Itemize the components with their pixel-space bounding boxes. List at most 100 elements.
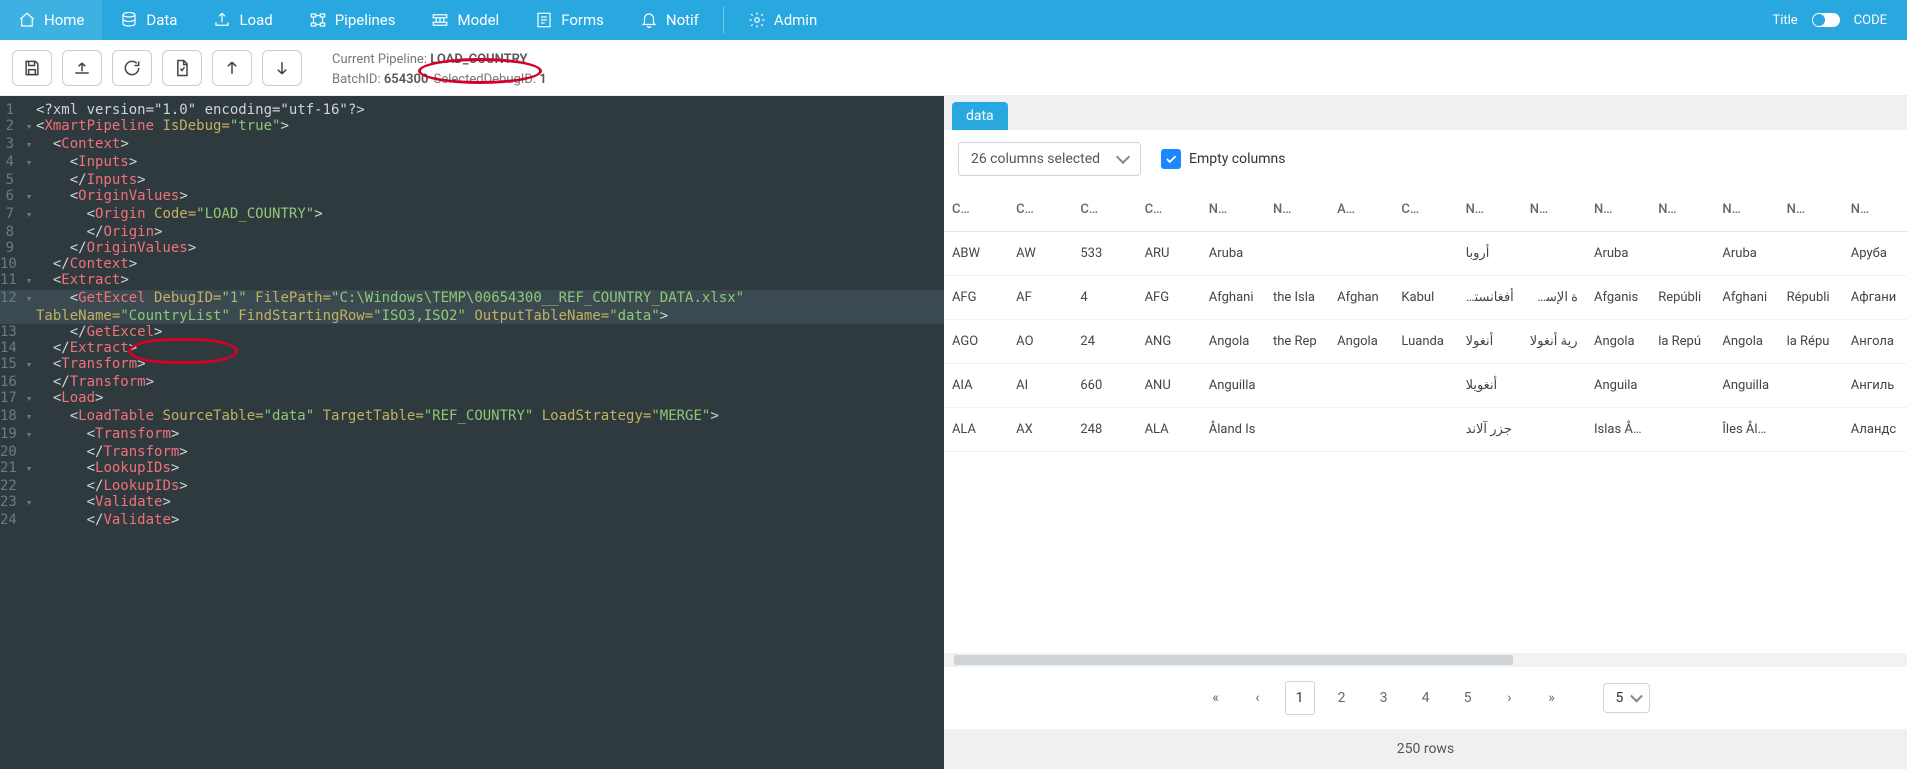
- code-line[interactable]: 24 </Validate>: [0, 512, 944, 528]
- column-header[interactable]: C…: [1008, 188, 1072, 232]
- column-header[interactable]: A…: [1329, 188, 1393, 232]
- nav-data[interactable]: Data: [102, 0, 195, 40]
- code-line[interactable]: 6▾ <OriginValues>: [0, 188, 944, 206]
- nav-notif[interactable]: Notif: [622, 0, 717, 40]
- upload-file-button[interactable]: [62, 50, 102, 86]
- code-line[interactable]: 4▾ <Inputs>: [0, 154, 944, 172]
- code-line[interactable]: 16 </Transform>: [0, 374, 944, 390]
- table-cell: la Répu: [1779, 320, 1843, 364]
- nav-admin[interactable]: Admin: [730, 0, 835, 40]
- code-line[interactable]: 23▾ <Validate>: [0, 494, 944, 512]
- code-line[interactable]: 22 </LookupIDs>: [0, 478, 944, 494]
- code-editor[interactable]: 1<?xml version="1.0" encoding="utf-16"?>…: [0, 96, 944, 769]
- table-cell: [1650, 364, 1714, 408]
- code-line[interactable]: 21▾ <LookupIDs>: [0, 460, 944, 478]
- column-header[interactable]: N…: [1843, 188, 1907, 232]
- table-cell: Anguila: [1586, 364, 1650, 408]
- top-nav: HomeDataLoadPipelinesModel Forms Notif Adm…: [0, 0, 1907, 40]
- column-header[interactable]: N…: [1201, 188, 1265, 232]
- code-line[interactable]: 19▾ <Transform>: [0, 426, 944, 444]
- table-cell: رية أنغولا: [1522, 320, 1586, 364]
- nav-load[interactable]: Load: [195, 0, 290, 40]
- column-header[interactable]: N…: [1458, 188, 1522, 232]
- code-line[interactable]: 7▾ <Origin Code="LOAD_COUNTRY">: [0, 206, 944, 224]
- forms-icon: [535, 11, 553, 29]
- title-code-toggle[interactable]: [1812, 13, 1840, 27]
- table-cell: [1393, 408, 1457, 452]
- code-line[interactable]: 18▾ <LoadTable SourceTable="data" Target…: [0, 408, 944, 426]
- table-cell: Anguilla: [1201, 364, 1265, 408]
- code-line[interactable]: 10 </Context>: [0, 256, 944, 272]
- nav-forms[interactable]: Forms: [517, 0, 622, 40]
- empty-columns-label: Empty columns: [1189, 151, 1285, 167]
- move-up-button[interactable]: [212, 50, 252, 86]
- table-cell: 4: [1072, 276, 1136, 320]
- column-header[interactable]: C…: [1072, 188, 1136, 232]
- save-button[interactable]: [12, 50, 52, 86]
- table-row[interactable]: AGOAO24ANGAngolathe RepAngolaLuandaأنغول…: [944, 320, 1907, 364]
- data-table: C…C…C…C…N…N…A…C…N…N…N…N…N…N…N… ABWAW533A…: [944, 188, 1907, 452]
- code-line[interactable]: 17▾ <Load>: [0, 390, 944, 408]
- table-row[interactable]: AIAAI660ANUAnguillaأنغويلاAnguilaAnguill…: [944, 364, 1907, 408]
- seldebug-label: SelectedDebugID:: [434, 72, 536, 87]
- pager-page-1[interactable]: 1: [1285, 681, 1315, 715]
- code-line[interactable]: 1<?xml version="1.0" encoding="utf-16"?>: [0, 102, 944, 118]
- code-line[interactable]: 2▾<XmartPipeline IsDebug="true">: [0, 118, 944, 136]
- pager-page-4[interactable]: 4: [1411, 681, 1441, 715]
- nav-model[interactable]: Model: [413, 0, 517, 40]
- table-cell: [1329, 364, 1393, 408]
- code-line[interactable]: TableName="CountryList" FindStartingRow=…: [0, 308, 944, 324]
- code-line[interactable]: 3▾ <Context>: [0, 136, 944, 154]
- table-cell: Afganis: [1586, 276, 1650, 320]
- table-cell: Афгани: [1843, 276, 1907, 320]
- nav-pipelines[interactable]: Pipelines: [291, 0, 414, 40]
- tab-data[interactable]: data: [952, 102, 1008, 130]
- pager-page-2[interactable]: 2: [1327, 681, 1357, 715]
- table-cell: [1779, 408, 1843, 452]
- column-header[interactable]: C…: [944, 188, 1008, 232]
- columns-selector[interactable]: 26 columns selected: [958, 142, 1141, 176]
- reload-button[interactable]: [112, 50, 152, 86]
- code-line[interactable]: 14 </Extract>: [0, 340, 944, 356]
- column-header[interactable]: N…: [1779, 188, 1843, 232]
- pager-next[interactable]: ›: [1495, 681, 1525, 715]
- pager-first[interactable]: «: [1201, 681, 1231, 715]
- column-header[interactable]: C…: [1393, 188, 1457, 232]
- move-down-button[interactable]: [262, 50, 302, 86]
- empty-columns-checkbox[interactable]: Empty columns: [1161, 149, 1285, 169]
- table-cell: 533: [1072, 232, 1136, 276]
- pager-last[interactable]: »: [1537, 681, 1567, 715]
- column-header[interactable]: N…: [1586, 188, 1650, 232]
- nav-home[interactable]: Home: [0, 0, 102, 40]
- table-cell: AFG: [944, 276, 1008, 320]
- horizontal-scrollbar[interactable]: [944, 653, 1907, 667]
- table-cell: أنغولا: [1458, 320, 1522, 364]
- column-header[interactable]: N…: [1714, 188, 1778, 232]
- table-cell: [1265, 232, 1329, 276]
- code-line[interactable]: 8 </Origin>: [0, 224, 944, 240]
- table-row[interactable]: AFGAF4AFGAfghanithe IslaAfghanKabulأفغان…: [944, 276, 1907, 320]
- pager-page-5[interactable]: 5: [1453, 681, 1483, 715]
- table-cell: AIA: [944, 364, 1008, 408]
- code-line[interactable]: 15▾ <Transform>: [0, 356, 944, 374]
- table-row[interactable]: ABWAW533ARUArubaأروباArubaArubaАруба: [944, 232, 1907, 276]
- code-line[interactable]: 11▾ <Extract>: [0, 272, 944, 290]
- nav-label: Forms: [561, 11, 604, 29]
- pager-page-3[interactable]: 3: [1369, 681, 1399, 715]
- column-header[interactable]: N…: [1650, 188, 1714, 232]
- code-line[interactable]: 20 </Transform>: [0, 444, 944, 460]
- code-line[interactable]: 9 </OriginValues>: [0, 240, 944, 256]
- pipeline-value: LOAD_COUNTRY: [430, 52, 527, 67]
- table-cell: ABW: [944, 232, 1008, 276]
- column-header[interactable]: C…: [1137, 188, 1201, 232]
- code-line[interactable]: 5 </Inputs>: [0, 172, 944, 188]
- column-header[interactable]: N…: [1522, 188, 1586, 232]
- code-line[interactable]: 12▾ <GetExcel DebugID="1" FilePath="C:\W…: [0, 290, 944, 308]
- table-cell: أروبا: [1458, 232, 1522, 276]
- pager-prev[interactable]: ‹: [1243, 681, 1273, 715]
- column-header[interactable]: N…: [1265, 188, 1329, 232]
- export-button[interactable]: [162, 50, 202, 86]
- table-row[interactable]: ALAAX248ALAÅland Isجزر آلاندIslas ÅlaÎle…: [944, 408, 1907, 452]
- code-line[interactable]: 13 </GetExcel>: [0, 324, 944, 340]
- pager-size-select[interactable]: 5: [1603, 683, 1651, 713]
